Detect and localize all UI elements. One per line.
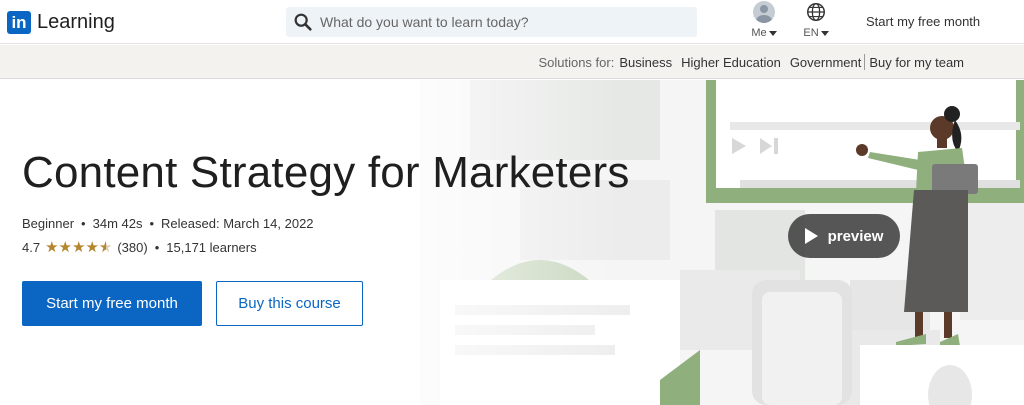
star-icon: ★ [71, 239, 86, 256]
star-half-icon: ★ [98, 239, 113, 256]
language-selector[interactable]: EN [798, 1, 834, 43]
rating-stars: ★ ★ ★ ★ ★ [45, 240, 112, 255]
star-icon: ★ [58, 239, 72, 256]
linkedin-logo-icon: in [7, 10, 31, 34]
search-icon [294, 13, 312, 31]
play-icon [804, 228, 818, 244]
logo-text: Learning [37, 10, 115, 33]
linkedin-learning-logo[interactable]: in Learning [7, 10, 115, 34]
search-bar[interactable] [286, 7, 697, 37]
solutions-business-link[interactable]: Business [619, 55, 672, 70]
rating-value: 4.7 [22, 240, 41, 255]
buy-course-button[interactable]: Buy this course [216, 281, 363, 326]
star-icon: ★ [45, 239, 59, 256]
separator-dot: • [154, 240, 160, 255]
me-menu[interactable]: Me [746, 1, 782, 43]
me-label: Me [751, 27, 767, 39]
avatar [753, 1, 775, 23]
course-duration: 34m 42s [92, 216, 143, 231]
start-free-month-button[interactable]: Start my free month [22, 281, 202, 326]
course-meta: Beginner • 34m 42s • Released: March 14,… [22, 216, 314, 231]
separator-dot: • [81, 216, 86, 231]
solutions-label: Solutions for: [538, 54, 615, 70]
language-label: EN [803, 27, 819, 39]
globe-icon [807, 3, 825, 21]
solutions-bar: Solutions for: Business Higher Education… [0, 45, 1024, 79]
course-level: Beginner [22, 216, 75, 231]
rating-count[interactable]: (380) [117, 240, 147, 255]
course-hero: Content Strategy for Marketers Beginner … [0, 80, 1024, 405]
search-input[interactable] [320, 14, 680, 30]
caret-down-icon [820, 30, 829, 36]
learner-count: 15,171 learners [166, 240, 257, 255]
course-release-date: Released: March 14, 2022 [161, 216, 314, 231]
preview-button[interactable]: preview [788, 214, 900, 258]
divider [864, 54, 866, 70]
top-nav: in Learning Me EN Start my free month [0, 0, 1024, 44]
solutions-government-link[interactable]: Government [790, 55, 862, 70]
buy-for-team-link[interactable]: Buy for my team [869, 55, 964, 70]
star-icon: ★ [85, 239, 99, 256]
preview-label: preview [827, 227, 884, 245]
solutions-higher-education-link[interactable]: Higher Education [681, 55, 781, 70]
start-free-month-link[interactable]: Start my free month [866, 14, 980, 29]
course-rating: 4.7 ★ ★ ★ ★ ★ (380) • 15,171 learners [22, 240, 257, 255]
separator-dot: • [149, 216, 155, 231]
course-title: Content Strategy for Marketers [22, 148, 630, 197]
caret-down-icon [768, 30, 777, 36]
